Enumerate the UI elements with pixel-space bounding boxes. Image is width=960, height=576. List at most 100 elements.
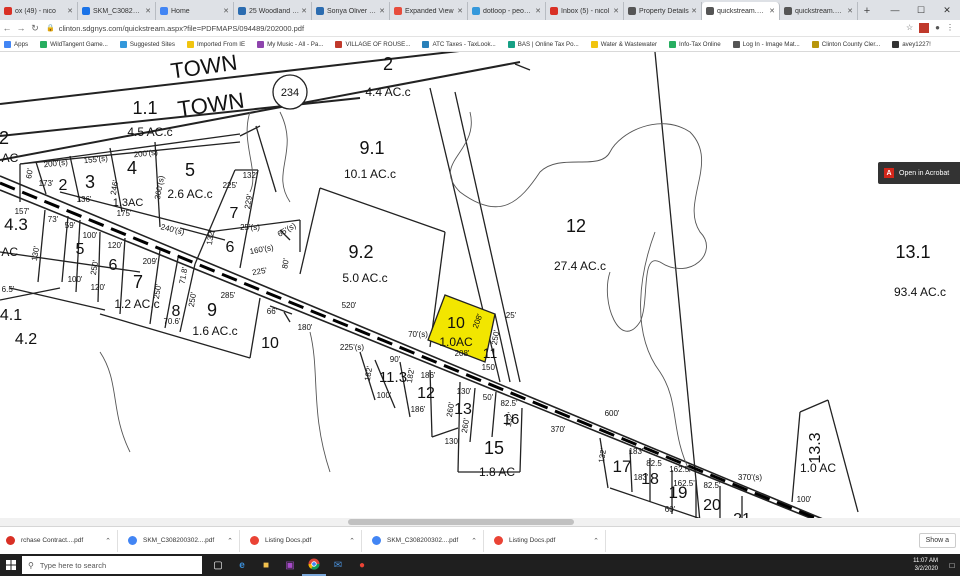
browser-tab[interactable]: Inbox (5) - nicol ✕ (546, 2, 624, 20)
close-tab-icon[interactable]: ✕ (613, 7, 619, 15)
maximize-icon[interactable]: ☐ (908, 0, 934, 20)
horizontal-scrollbar[interactable] (0, 518, 960, 526)
bookmark-label: Imported From IE (196, 40, 246, 48)
taskbar-search-input[interactable]: ⚲ Type here to search (22, 556, 202, 574)
dimension-label: 60' (665, 505, 676, 514)
close-tab-icon[interactable]: ✕ (769, 7, 775, 15)
bookmark-item[interactable]: Clinton County Cler... (811, 40, 880, 48)
dimension-label: 73' (48, 215, 59, 224)
pdf-file-icon (128, 536, 137, 545)
close-tab-icon[interactable]: ✕ (223, 7, 229, 15)
photos-icon[interactable]: ▣ (278, 554, 302, 576)
profile-icon[interactable]: ● (935, 23, 940, 33)
system-tray: 11:07 AM 3/2/2020 □ (907, 554, 960, 576)
chrome-alt-icon[interactable]: ● (350, 554, 374, 576)
folder-icon[interactable]: ■ (254, 554, 278, 576)
bookmark-item[interactable]: VILLAGE OF ROUSE... (335, 40, 410, 48)
tab-title: Property Details (639, 7, 689, 15)
browser-tab[interactable]: quickstream.aspx ✕ (702, 2, 780, 20)
download-item[interactable]: SKM_C308200302....pdf ⌃ (366, 529, 484, 552)
address-bar[interactable]: 🔒 clinton.sdgnys.com/quickstream.aspx?fi… (46, 22, 906, 35)
back-icon[interactable]: ← (0, 23, 14, 33)
close-tab-icon[interactable]: ✕ (145, 7, 151, 15)
dimension-label: 120' (91, 283, 106, 292)
download-item[interactable]: SKM_C308200302....pdf ⌃ (122, 529, 240, 552)
parcel-number: 6 (109, 257, 118, 274)
notification-icon[interactable]: □ (944, 554, 960, 576)
browser-tab[interactable]: Sonya Oliver (Co ✕ (312, 2, 390, 20)
bookmark-item[interactable]: Imported From IE (186, 40, 246, 48)
bookmark-item[interactable]: My Music - All - Pa... (257, 40, 323, 48)
bookmark-item[interactable]: Suggested Sites (119, 40, 175, 48)
new-tab-button[interactable]: + (858, 2, 876, 20)
windows-start-icon[interactable] (0, 554, 22, 576)
close-tab-icon[interactable]: ✕ (847, 7, 853, 15)
route-number: 234 (281, 87, 299, 99)
minimize-icon[interactable]: — (882, 0, 908, 20)
mail-icon[interactable]: ✉ (326, 554, 350, 576)
parcel-number: 4.2 (15, 331, 37, 348)
download-item[interactable]: Listing Docs.pdf ⌃ (244, 529, 362, 552)
browser-tab[interactable]: ox (49) - nico ✕ (0, 2, 78, 20)
chevron-up-icon[interactable]: ⌃ (105, 537, 111, 545)
pdf-file-icon (494, 536, 503, 545)
close-tab-icon[interactable]: ✕ (691, 7, 697, 15)
download-filename: SKM_C308200302....pdf (387, 537, 459, 544)
bookmark-item[interactable]: ATC Taxes - TaxLook... (422, 40, 496, 48)
bookmark-item[interactable]: WildTangent Game... (40, 40, 108, 48)
browser-tab[interactable]: 25 Woodland Dr ✕ (234, 2, 312, 20)
browser-tab[interactable]: Home ✕ (156, 2, 234, 20)
scrollbar-thumb[interactable] (348, 519, 574, 525)
open-in-acrobat-label: Open in Acrobat (899, 169, 950, 177)
show-all-button[interactable]: Show a (918, 533, 956, 548)
chevron-up-icon[interactable]: ⌃ (471, 537, 477, 545)
pdf-viewer[interactable]: TOWN TOWN 234 2 4.4 AC.c 1.1 4.5 AC.c 2 AC 9.1 10.… (0, 52, 960, 522)
close-tab-icon[interactable]: ✕ (457, 7, 463, 15)
close-window-icon[interactable]: ✕ (934, 0, 960, 20)
close-tab-icon[interactable]: ✕ (379, 7, 385, 15)
bookmark-item[interactable]: avey1227! (892, 40, 931, 48)
dimension-label: 132' (597, 447, 609, 464)
bookmark-label: WildTangent Game... (50, 40, 108, 48)
dimension-label: 60' (24, 167, 35, 179)
menu-icon[interactable]: ⋮ (946, 23, 954, 33)
chrome-icon[interactable] (302, 554, 326, 576)
clock[interactable]: 11:07 AM 3/2/2020 (907, 557, 944, 573)
bookmark-item[interactable]: Apps (4, 40, 29, 48)
parcel-number: 3 (85, 172, 95, 192)
close-tab-icon[interactable]: ✕ (535, 7, 541, 15)
close-tab-icon[interactable]: ✕ (67, 7, 73, 15)
reload-icon[interactable]: ↻ (28, 23, 42, 34)
browser-tab[interactable]: Expanded View ✕ (390, 2, 468, 20)
tax-map: TOWNTOWN 23424.4 AC.c1.14.5 AC.c2AC 9.110.… (0, 52, 946, 522)
bookmark-label: Apps (14, 40, 29, 48)
extension-icon[interactable] (919, 23, 930, 33)
bookmark-item[interactable]: Log In - Image Mat... (732, 40, 800, 48)
dimension-label: 80' (280, 257, 291, 269)
browser-tab[interactable]: SKM_C308200302...✕ (78, 2, 156, 20)
open-in-acrobat-button[interactable]: A Open in Acrobat (878, 162, 960, 184)
chevron-up-icon[interactable]: ⌃ (227, 537, 233, 545)
dimension-label: 100' (68, 275, 83, 284)
task-view-icon[interactable]: ▢ (206, 554, 230, 576)
download-filename: Listing Docs.pdf (509, 537, 556, 544)
parcel-number: 13 (454, 401, 472, 418)
bookmark-icon (811, 40, 819, 48)
bookmark-item[interactable]: Info-Tax Online (669, 40, 721, 48)
forward-icon[interactable]: → (14, 23, 28, 33)
chevron-up-icon[interactable]: ⌃ (349, 537, 355, 545)
star-icon[interactable]: ☆ (906, 23, 913, 33)
chevron-up-icon[interactable]: ⌃ (593, 537, 599, 545)
parcel-number: 9 (207, 300, 217, 320)
browser-tab[interactable]: quickstream.aspx ✕ (780, 2, 858, 20)
browser-tab[interactable]: dotloop - people ✕ (468, 2, 546, 20)
edge-icon[interactable]: e (230, 554, 254, 576)
close-tab-icon[interactable]: ✕ (301, 7, 307, 15)
bookmark-item[interactable]: Water & Wastewater (590, 40, 657, 48)
browser-tab[interactable]: Property Details ✕ (624, 2, 702, 20)
parcel-number: 1.1 (132, 98, 157, 118)
parcel-number: 2 (383, 54, 393, 74)
bookmark-item[interactable]: BAS | Online Tax Po... (507, 40, 579, 48)
download-item[interactable]: Listing Docs.pdf ⌃ (488, 529, 606, 552)
download-item[interactable]: rchase Contract....pdf ⌃ (0, 529, 118, 552)
